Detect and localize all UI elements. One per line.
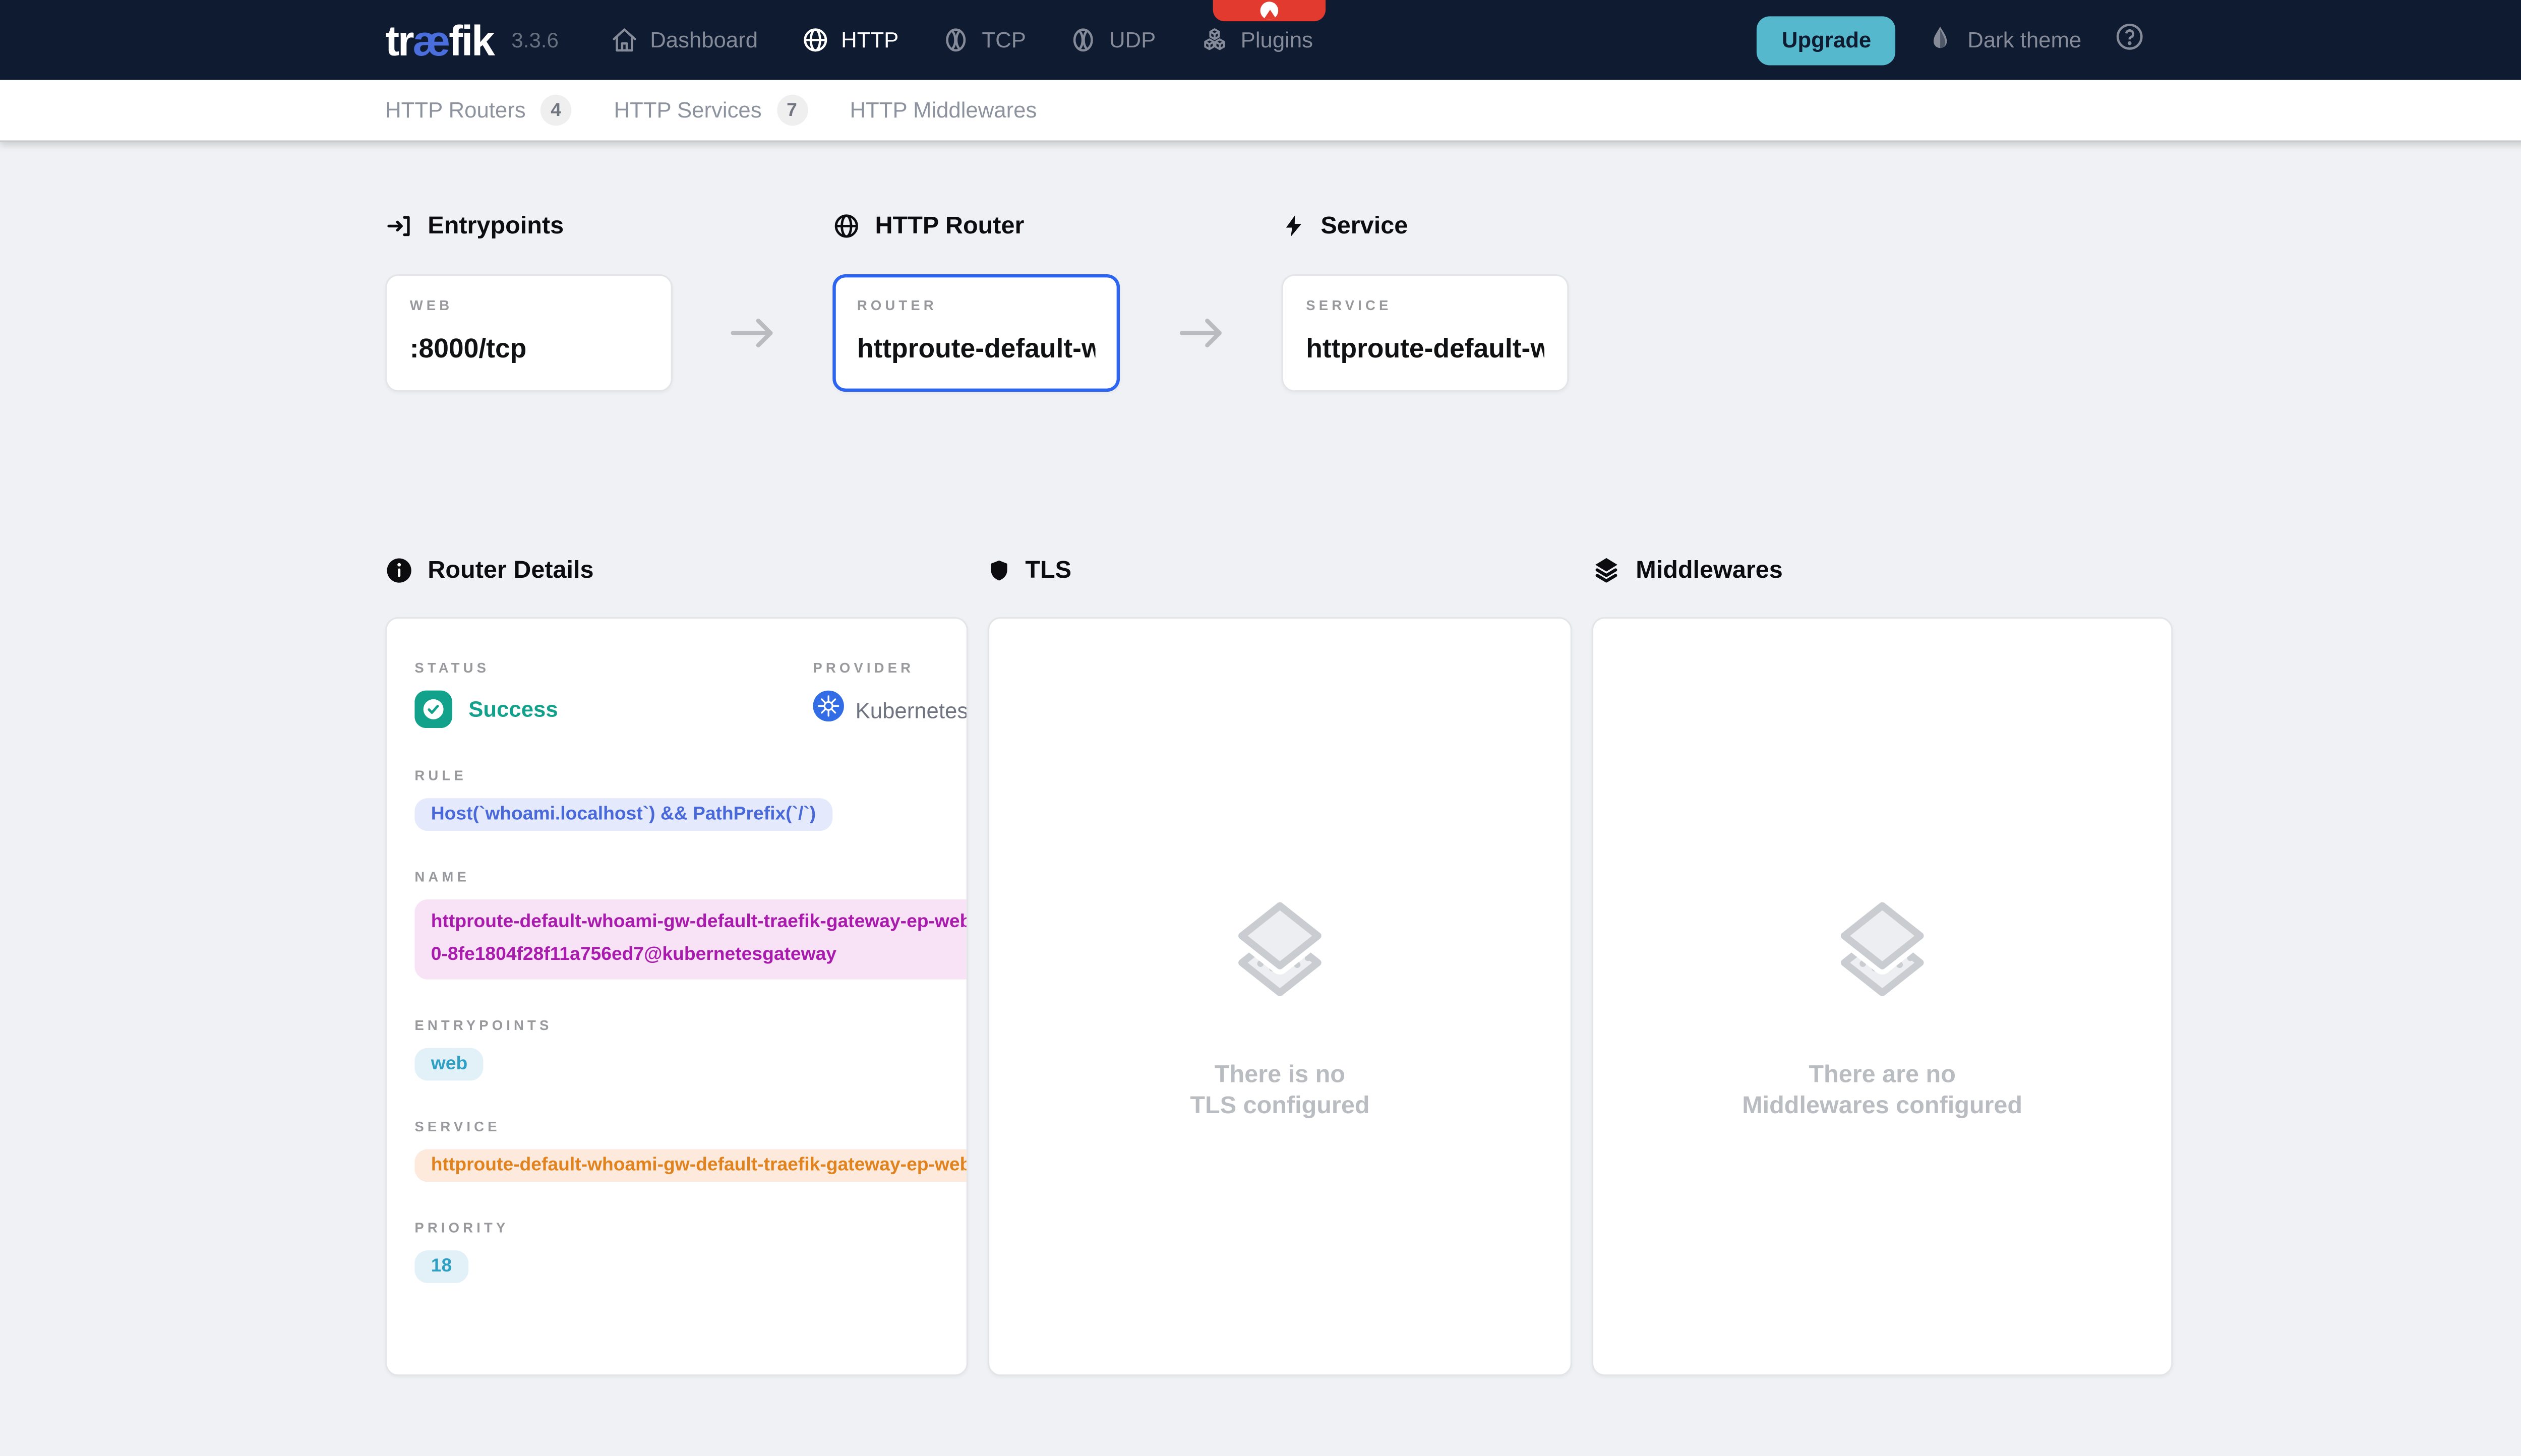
upgrade-button[interactable]: Upgrade: [1757, 16, 1895, 65]
nav-item-udp[interactable]: UDP: [1070, 26, 1156, 54]
traefik-logo[interactable]: træfik: [385, 19, 494, 61]
section-title: HTTP Router: [875, 211, 1024, 239]
nav-item-label: HTTP: [841, 28, 898, 52]
priority-chip: 18: [414, 1250, 468, 1283]
version-label: 3.3.6: [511, 28, 559, 52]
tab-http-middlewares[interactable]: HTTP Middlewares: [850, 98, 1037, 123]
details-section: Router Details STATUS: [385, 555, 2173, 1376]
flow-arrow-icon: [728, 315, 777, 359]
count-badge: 4: [541, 95, 572, 126]
rule-label: RULE: [414, 767, 966, 783]
section-title: Router Details: [428, 556, 593, 583]
priority-label: PRIORITY: [414, 1220, 966, 1236]
router-details-card: STATUS Success PROVIDER: [385, 617, 968, 1376]
entrypoint-chip: web: [414, 1048, 484, 1081]
tls-empty-text: There is no TLS configured: [1190, 1059, 1369, 1121]
tab-label: HTTP Services: [614, 98, 762, 123]
provider-label: PROVIDER: [813, 659, 968, 676]
traefik-hub-tab[interactable]: [1213, 0, 1326, 21]
section-title: Entrypoints: [428, 211, 564, 239]
status-label: STATUS: [414, 659, 813, 676]
home-icon: [611, 26, 638, 54]
router-details-heading: Router Details: [385, 555, 968, 584]
ball-icon: [943, 26, 971, 54]
provider-value: Kubernetesg: [856, 698, 968, 722]
service-chip[interactable]: httproute-default-whoami-gw-default-trae…: [414, 1149, 968, 1182]
nav-item-dashboard[interactable]: Dashboard: [611, 26, 758, 54]
top-navbar: træfik 3.3.6 Dashboard HTTP: [0, 0, 2521, 80]
middlewares-card: There are no Middlewares configured: [1592, 617, 2173, 1376]
name-chip: httproute-default-whoami-gw-default-trae…: [414, 899, 968, 980]
service-value: httproute-default-whoa...: [1306, 335, 1544, 366]
middlewares-empty-text: There are no Middlewares configured: [1742, 1059, 2022, 1121]
service-card[interactable]: SERVICE httproute-default-whoa...: [1282, 274, 1569, 392]
router-value: httproute-default-whoa...: [857, 335, 1096, 366]
cubes-icon: [1200, 25, 1229, 54]
nav-item-label: UDP: [1109, 28, 1156, 52]
entrypoint-card[interactable]: WEB :8000/tcp: [385, 274, 673, 392]
main-content: Entrypoints WEB :8000/tcp: [0, 142, 2521, 1376]
section-title: Service: [1320, 211, 1408, 239]
nav-item-plugins[interactable]: Plugins: [1200, 25, 1313, 54]
card-label: WEB: [410, 297, 648, 313]
card-label: SERVICE: [1306, 297, 1544, 313]
entrypoint-value: :8000/tcp: [410, 335, 648, 366]
kubernetes-wheel-icon: [813, 691, 844, 730]
section-title: TLS: [1025, 556, 1071, 583]
stacked-layers-icon: [1229, 899, 1331, 1009]
shield-icon: [988, 556, 1010, 583]
tab-http-routers[interactable]: HTTP Routers 4: [385, 95, 571, 126]
subnav: HTTP Routers 4 HTTP Services 7 HTTP Midd…: [0, 80, 2521, 142]
nav-item-http[interactable]: HTTP: [802, 26, 898, 54]
service-heading: Service: [1282, 211, 1569, 240]
section-title: Middlewares: [1636, 556, 1783, 583]
middlewares-heading: Middlewares: [1592, 555, 2173, 584]
routing-pipeline: Entrypoints WEB :8000/tcp: [385, 211, 2173, 392]
logo-text: fik: [449, 16, 494, 65]
entrypoints-label: ENTRYPOINTS: [414, 1017, 966, 1033]
rule-chip: Host(`whoami.localhost`) && PathPrefix(`…: [414, 798, 832, 831]
tls-heading: TLS: [988, 555, 1572, 584]
count-badge: 7: [776, 95, 808, 126]
http-router-heading: HTTP Router: [832, 211, 1120, 240]
logo-ae: æ: [412, 16, 449, 65]
nav-item-tcp[interactable]: TCP: [943, 26, 1026, 54]
tab-label: HTTP Middlewares: [850, 98, 1037, 123]
nav-item-label: Plugins: [1241, 28, 1313, 52]
check-circle-icon: [414, 691, 452, 728]
globe-icon: [832, 211, 860, 239]
logo-text: tr: [385, 16, 412, 65]
app-window: træfik 3.3.6 Dashboard HTTP: [0, 0, 2521, 1456]
tls-card: There is no TLS configured: [988, 617, 1572, 1376]
contrast-droplet-icon: [1929, 24, 1953, 56]
name-label: NAME: [414, 869, 966, 885]
help-button[interactable]: [2114, 20, 2145, 59]
tab-http-services[interactable]: HTTP Services 7: [614, 95, 808, 126]
status-value: Success: [468, 697, 558, 722]
nav-item-label: Dashboard: [650, 28, 758, 52]
mountain-logo-icon: [1260, 2, 1279, 20]
arrow-into-bracket-icon: [385, 211, 413, 239]
question-circle-icon: [2114, 20, 2145, 59]
stacked-layers-icon: [1832, 899, 1933, 1009]
ball-icon: [1070, 26, 1098, 54]
router-card[interactable]: ROUTER httproute-default-whoa...: [832, 274, 1120, 392]
primary-nav: Dashboard HTTP TCP: [611, 25, 1313, 54]
theme-toggle[interactable]: Dark theme: [1929, 24, 2082, 56]
card-label: ROUTER: [857, 297, 1096, 313]
globe-icon: [802, 26, 829, 54]
layers-icon: [1592, 555, 1621, 584]
info-circle-icon: [385, 556, 413, 583]
theme-toggle-label: Dark theme: [1967, 28, 2081, 52]
nav-item-label: TCP: [982, 28, 1026, 52]
service-label: SERVICE: [414, 1118, 968, 1134]
lightning-icon: [1282, 211, 1306, 239]
tab-label: HTTP Routers: [385, 98, 526, 123]
flow-arrow-icon: [1176, 315, 1225, 359]
entrypoints-heading: Entrypoints: [385, 211, 673, 240]
